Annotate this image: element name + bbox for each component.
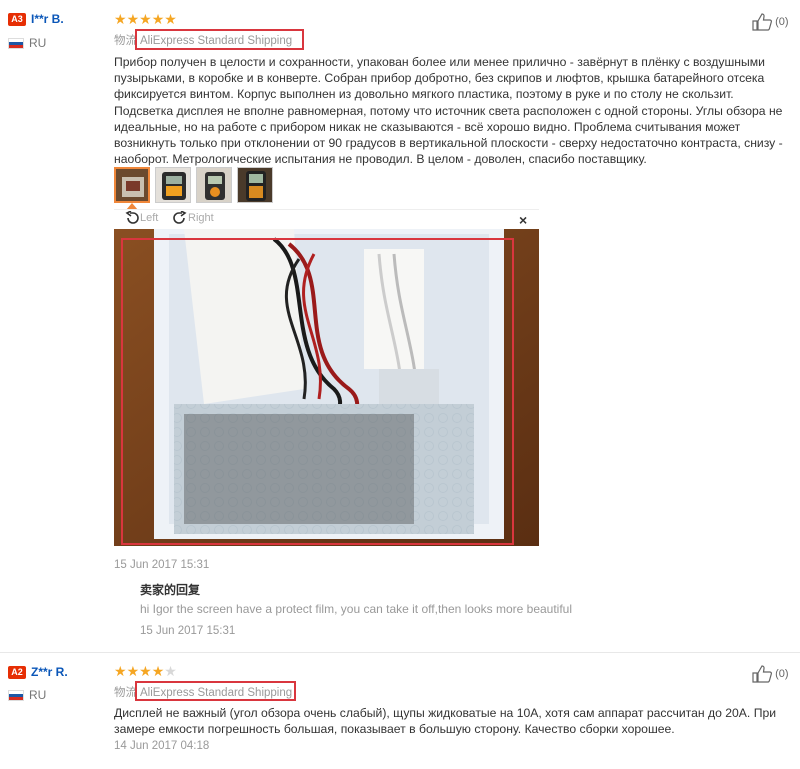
review-date: 14 Jun 2017 04:18 [114,740,210,752]
russia-flag-icon [8,38,24,49]
review-text: Дисплей не важный (угол обзора очень сла… [114,706,777,737]
star-icon: ★ [151,663,165,679]
helpful-button[interactable]: (0) [752,13,789,31]
highlight-box [135,29,304,50]
star-icon: ★ [164,11,177,27]
buyer-name[interactable]: I**r B. [31,12,64,26]
close-viewer-button[interactable]: × [519,212,527,228]
star-icon: ★ [114,11,127,27]
star-icon: ★ [126,663,140,679]
review-photo-thumb[interactable] [237,167,273,203]
star-icon: ★ [114,663,127,679]
review-date: 15 Jun 2017 15:31 [114,559,210,571]
thumbs-up-icon [752,13,772,31]
helpful-count: (0) [775,667,789,680]
helpful-button[interactable]: (0) [752,665,789,683]
seller-reply-title: 卖家的回复 [140,583,201,597]
buyer-country: RU [29,688,47,702]
seller-reply-text: hi Igor the screen have a protect film, … [140,602,573,616]
highlight-box [121,238,514,545]
shipping-label: 物流 [114,687,137,699]
russia-flag-icon [8,690,24,701]
rotate-left-button[interactable]: Left [124,210,159,225]
thumbs-up-icon [752,665,772,683]
star-icon: ★ [126,11,140,27]
star-icon: ★ [139,11,152,27]
star-icon: ★ [164,663,177,679]
rotate-right-icon [173,210,187,224]
buyer-country: RU [29,36,47,50]
star-icon: ★ [151,11,165,27]
helpful-count: (0) [775,15,789,28]
rotate-left-label: Left [140,211,159,224]
buyer-level-badge: A3 [8,13,26,26]
review-photo-thumb[interactable] [155,167,191,203]
review-photo-thumb[interactable] [114,167,150,203]
review-photo-thumb[interactable] [196,167,232,203]
star-rating: ★★★★★ [114,12,177,26]
rotate-right-label: Right [188,211,214,224]
highlight-box [135,681,296,701]
seller-reply-date: 15 Jun 2017 15:31 [140,625,236,637]
star-icon: ★ [139,663,152,679]
divider [0,652,800,653]
shipping-label: 物流 [114,35,137,47]
rotate-left-icon [125,210,139,224]
buyer-level-badge: A2 [8,666,26,679]
star-rating: ★★★★★ [114,664,177,678]
buyer-name[interactable]: Z**r R. [31,665,68,679]
rotate-right-button[interactable]: Right [172,210,214,225]
review-text: Прибор получен в целости и сохранности, … [114,55,783,167]
